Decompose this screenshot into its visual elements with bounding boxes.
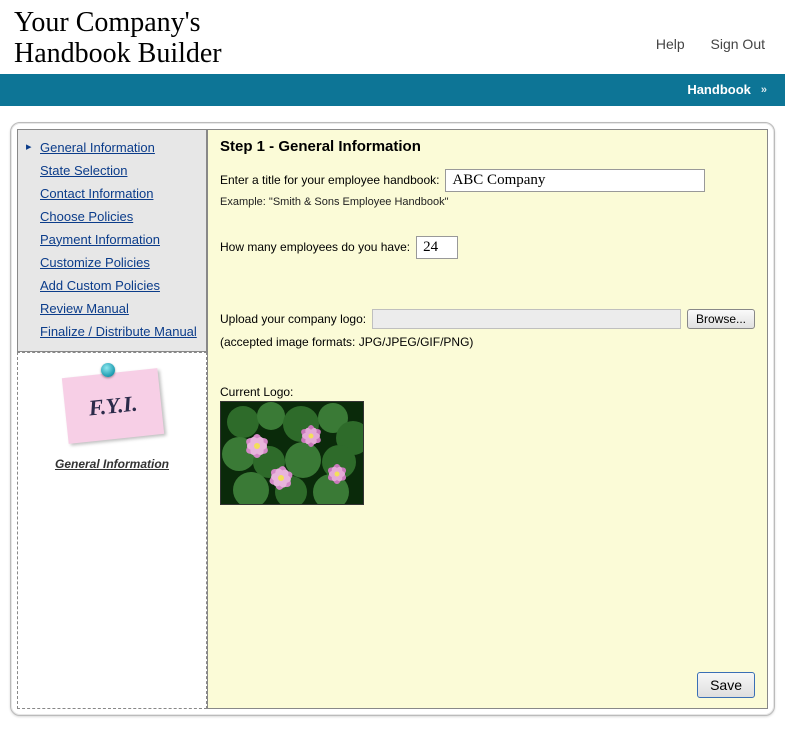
employees-label: How many employees do you have: [220,240,410,254]
navbar: Handbook » [0,74,785,106]
sidebar-item-label: Choose Policies [40,209,133,224]
pushpin-icon [101,363,115,377]
sidebar-item-label: General Information [40,140,155,155]
title-label: Enter a title for your employee handbook… [220,173,439,187]
fyi-note-text: F.Y.I. [87,390,138,421]
sidebar-item-label: Finalize / Distribute Manual [40,324,197,339]
handbook-title-input[interactable] [445,169,705,192]
main-content: Step 1 - General Information Enter a tit… [207,129,768,709]
sidebar-item-add-custom-policies[interactable]: Add Custom Policies [26,274,198,297]
fyi-panel: F.Y.I. General Information [17,352,207,709]
help-link[interactable]: Help [656,36,685,52]
sidebar-item-review-manual[interactable]: Review Manual [26,297,198,320]
app-title-line2: Handbook Builder [14,38,222,69]
sidebar-item-choose-policies[interactable]: Choose Policies [26,205,198,228]
save-button[interactable]: Save [697,672,755,698]
title-example-hint: Example: "Smith & Sons Employee Handbook… [220,196,755,208]
browse-button[interactable]: Browse... [687,309,755,329]
app-title: Your Company's Handbook Builder [14,8,222,70]
sidebar-item-label: Add Custom Policies [40,278,160,293]
sidebar-item-state-selection[interactable]: State Selection [26,159,198,182]
upload-label: Upload your company logo: [220,312,366,326]
accepted-formats-hint: (accepted image formats: JPG/JPEG/GIF/PN… [220,335,755,349]
employees-input[interactable] [416,236,458,259]
fyi-caption: General Information [22,457,202,471]
top-links: Help Sign Out [634,8,765,52]
sidebar-item-label: Payment Information [40,232,160,247]
sidebar-item-customize-policies[interactable]: Customize Policies [26,251,198,274]
sidebar-item-contact-information[interactable]: Contact Information [26,182,198,205]
sidebar-item-payment-information[interactable]: Payment Information [26,228,198,251]
current-logo-label: Current Logo: [220,385,755,399]
current-logo-image [220,401,364,505]
signout-link[interactable]: Sign Out [711,36,765,52]
upload-path-field[interactable] [372,309,681,329]
sidebar: General Information State Selection Cont… [17,129,207,709]
fyi-sticky-note-icon: F.Y.I. [57,367,167,445]
sidebar-item-label: Customize Policies [40,255,150,270]
app-title-line1: Your Company's [14,7,201,38]
sidebar-item-label: Contact Information [40,186,153,201]
navbar-item-handbook[interactable]: Handbook [687,82,751,97]
chevron-right-icon: » [761,84,767,96]
sidebar-item-label: Review Manual [40,301,129,316]
sidebar-item-label: State Selection [40,163,127,178]
sidebar-item-finalize-distribute[interactable]: Finalize / Distribute Manual [26,320,198,343]
sidebar-nav: General Information State Selection Cont… [17,129,207,352]
sidebar-item-general-information[interactable]: General Information [26,136,198,159]
step-title: Step 1 - General Information [220,138,755,155]
